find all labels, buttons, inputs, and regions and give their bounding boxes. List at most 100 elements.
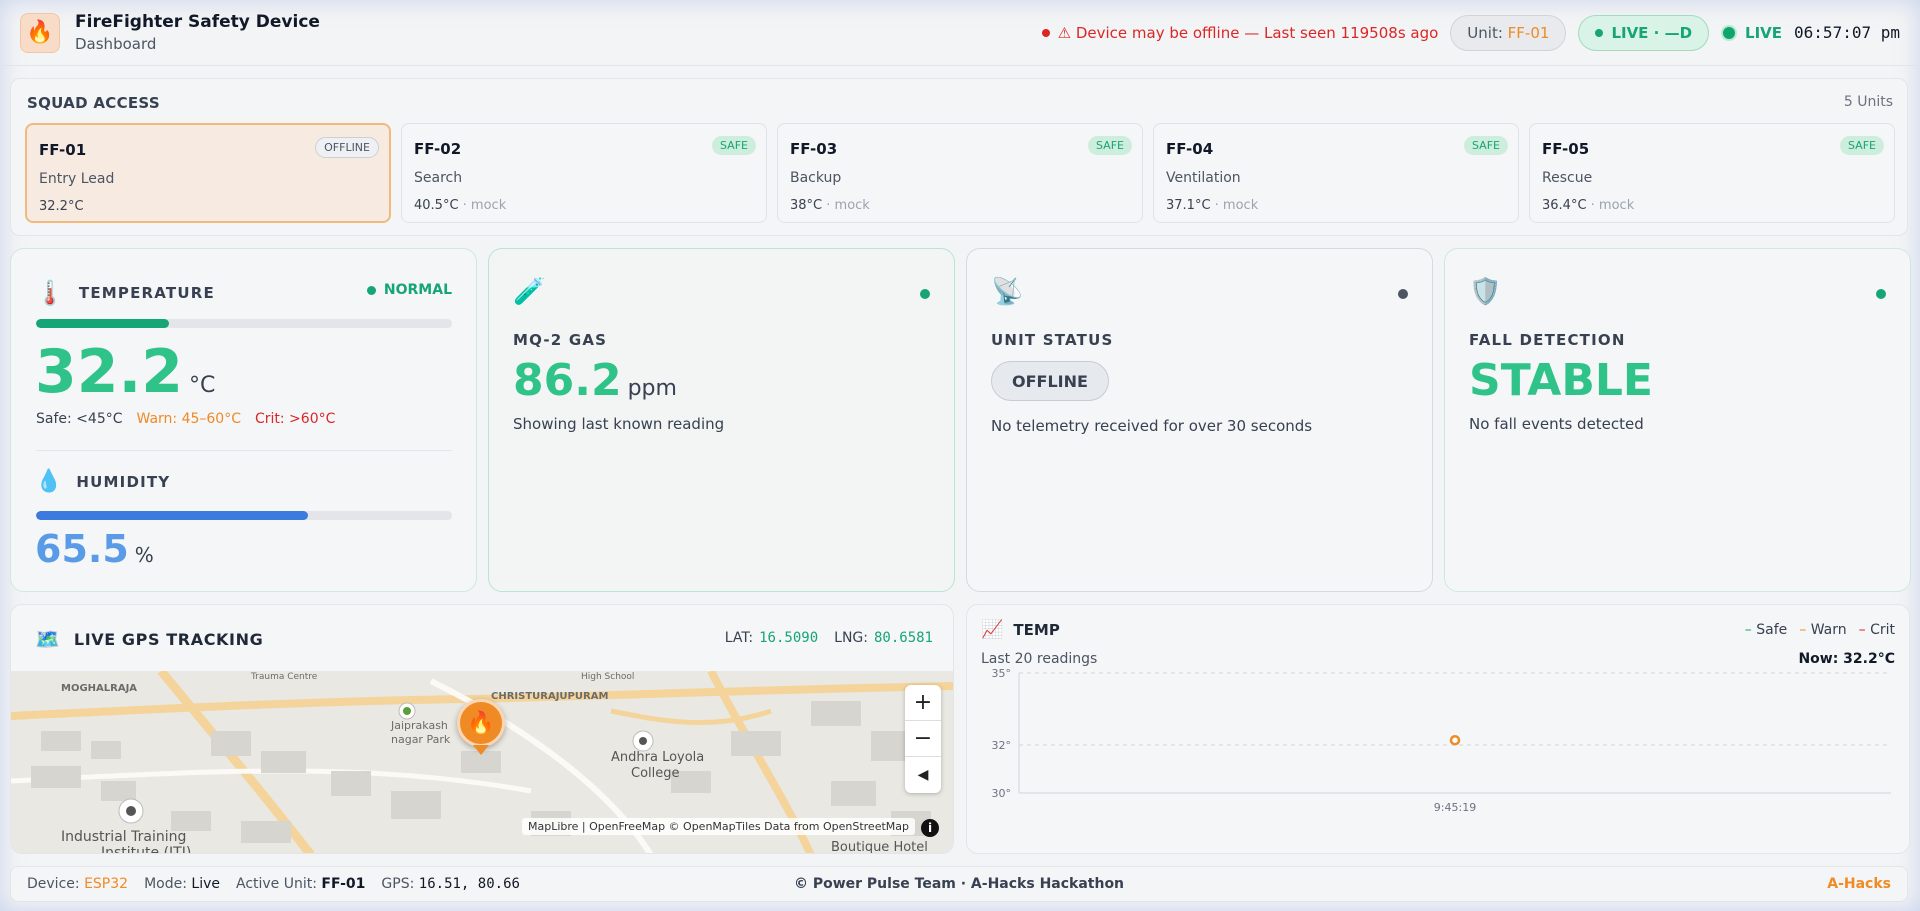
squad-access-panel: SQUAD ACCESS 5 Units FF-01 OFFLINE Entry… bbox=[10, 78, 1908, 236]
brand: FireFighter Safety Device Dashboard bbox=[75, 12, 320, 53]
unit-selector[interactable]: Unit: FF-01 bbox=[1450, 14, 1567, 51]
active-unit-label: Active Unit: bbox=[235, 876, 317, 892]
y-tick-label: 32° bbox=[992, 739, 1012, 752]
map-label-moghalraja: MOGHALRAJA bbox=[61, 683, 137, 694]
status-badge: SAFE bbox=[712, 136, 756, 155]
status-dot-icon bbox=[920, 289, 930, 299]
live-indicator: LIVE bbox=[1721, 24, 1782, 42]
footer-credit: © Power Pulse Team · A-Hacks Hackathon bbox=[793, 876, 1125, 892]
temp-chart: 35° 32° 30° 9:45:19 bbox=[992, 667, 1891, 814]
device-label: Device: bbox=[27, 876, 80, 892]
footer-brand[interactable]: A-Hacks bbox=[1827, 876, 1891, 892]
humidity-unit: % bbox=[134, 543, 154, 567]
temperature-unit: °C bbox=[189, 373, 216, 398]
gas-value: 86.2 bbox=[513, 355, 622, 406]
app-frame: 🔥 FireFighter Safety Device Dashboard ⚠ … bbox=[0, 0, 1920, 911]
unit-list: FF-01 OFFLINE Entry Lead 32.2°C FF-02 SA… bbox=[25, 123, 1895, 223]
live-toggle[interactable]: LIVE · —D bbox=[1578, 14, 1710, 51]
map-label-park-1: Jaiprakash bbox=[390, 719, 448, 732]
compass-button[interactable]: ◀ bbox=[905, 757, 941, 793]
unit-temp-value: 36.4°C bbox=[1542, 198, 1587, 213]
lat-value: 16.5090 bbox=[759, 630, 819, 646]
status-badge: OFFLINE bbox=[315, 137, 379, 158]
fall-note: No fall events detected bbox=[1469, 415, 1644, 433]
satellite-dish-icon: 📡 bbox=[991, 277, 1024, 307]
gps-value: 16.51, 80.66 bbox=[418, 876, 520, 892]
active-unit-value: FF-01 bbox=[321, 876, 366, 892]
fall-status: STABLE bbox=[1469, 355, 1653, 406]
live-toggle-label: LIVE · —D bbox=[1611, 23, 1693, 42]
unit-temp-value: 40.5°C bbox=[414, 198, 459, 213]
map-label-trauma: Trauma Centre bbox=[250, 672, 318, 682]
map-label-college-1: Andhra Loyola bbox=[611, 750, 704, 765]
gas-unit: ppm bbox=[627, 376, 677, 401]
unit-temp-value: 32.2°C bbox=[39, 199, 84, 214]
map-label-park-2: nagar Park bbox=[391, 733, 451, 746]
map-label-iti-1: Industrial Training bbox=[61, 829, 186, 845]
unit-card-ff-01[interactable]: FF-01 OFFLINE Entry Lead 32.2°C bbox=[25, 123, 391, 223]
status-badge: SAFE bbox=[1464, 136, 1508, 155]
zoom-out-button[interactable]: − bbox=[905, 721, 941, 757]
unit-temp: 32.2°C bbox=[39, 199, 377, 214]
safe-threshold: Safe: <45°C bbox=[36, 411, 123, 427]
temperature-bar bbox=[36, 319, 452, 328]
unit-id: FF-03 bbox=[790, 140, 838, 158]
humidity-value: 65.5 bbox=[35, 527, 129, 571]
crit-threshold: Crit: >60°C bbox=[254, 411, 336, 427]
warn-threshold: Warn: 45–60°C bbox=[136, 411, 241, 427]
gps-tracking-panel: 🗺️ LIVE GPS TRACKING LAT: 16.5090 LNG: 8… bbox=[10, 604, 954, 854]
mock-label: · mock bbox=[826, 198, 870, 213]
map-label-iti-2: Institute (ITI) bbox=[101, 845, 191, 854]
unit-card-ff-03[interactable]: FF-03 SAFE Backup 38°C · mock bbox=[777, 123, 1143, 223]
temperature-status: NORMAL bbox=[383, 282, 452, 298]
unit-card-ff-05[interactable]: FF-05 SAFE Rescue 36.4°C · mock bbox=[1529, 123, 1895, 223]
header: 🔥 FireFighter Safety Device Dashboard ⚠ … bbox=[0, 0, 1920, 66]
unit-card-ff-04[interactable]: FF-04 SAFE Ventilation 37.1°C · mock bbox=[1153, 123, 1519, 223]
unit-location-marker[interactable]: 🔥 bbox=[457, 699, 505, 747]
temperature-label: TEMPERATURE bbox=[78, 284, 215, 302]
fall-label: FALL DETECTION bbox=[1469, 331, 1626, 349]
map-attribution: MapLibre | OpenFreeMap © OpenMapTiles Da… bbox=[521, 818, 915, 835]
y-tick-label: 30° bbox=[992, 787, 1012, 800]
zoom-controls: + − ◀ bbox=[905, 685, 941, 793]
offline-warning-text: ⚠ Device may be offline — Last seen 1195… bbox=[1057, 23, 1439, 42]
live-indicator-label: LIVE bbox=[1745, 23, 1783, 42]
map-view[interactable]: Trauma Centre High School CHRISTURAJUPUR… bbox=[11, 671, 953, 854]
status-badge: SAFE bbox=[1088, 136, 1132, 155]
fire-icon: 🔥 bbox=[20, 12, 60, 53]
marker-pin-icon bbox=[473, 745, 489, 755]
droplet-icon: 💧 bbox=[35, 469, 63, 494]
live-status-icon bbox=[1721, 24, 1738, 41]
unit-role: Entry Lead bbox=[39, 171, 115, 187]
device-value: ESP32 bbox=[84, 876, 129, 892]
unit-temp: 40.5°C · mock bbox=[414, 198, 754, 213]
status-badge: SAFE bbox=[1840, 136, 1884, 155]
fall-detection-card: 🛡️ FALL DETECTION STABLE No fall events … bbox=[1444, 248, 1911, 592]
data-point[interactable] bbox=[1449, 734, 1461, 746]
temperature-value: 32.2 bbox=[35, 337, 184, 407]
map-label-christurajupuram: CHRISTURAJUPURAM bbox=[491, 691, 608, 702]
unit-selector-label: Unit: bbox=[1467, 23, 1503, 42]
offline-warning: ⚠ Device may be offline — Last seen 1195… bbox=[1041, 23, 1439, 42]
unit-id: FF-04 bbox=[1166, 140, 1214, 158]
unit-id: FF-05 bbox=[1542, 140, 1590, 158]
map-label-hotel: Boutique Hotel bbox=[831, 840, 928, 854]
unit-temp: 38°C · mock bbox=[790, 198, 1130, 213]
gas-label: MQ-2 GAS bbox=[513, 331, 608, 349]
status-dot-icon bbox=[1398, 289, 1408, 299]
divider bbox=[36, 450, 452, 451]
mock-label: · mock bbox=[1590, 198, 1635, 213]
temperature-bar-fill bbox=[36, 319, 170, 328]
zoom-in-button[interactable]: + bbox=[905, 685, 941, 721]
info-icon[interactable]: i bbox=[921, 819, 939, 837]
unit-temp: 36.4°C · mock bbox=[1542, 198, 1882, 213]
status-dot-icon bbox=[1876, 289, 1886, 299]
test-tube-icon: 🧪 bbox=[513, 277, 546, 307]
live-dot-icon bbox=[1595, 28, 1604, 37]
mode-label: Mode: bbox=[144, 876, 187, 892]
map-icon: 🗺️ bbox=[35, 627, 60, 651]
unit-temp-value: 37.1°C bbox=[1166, 198, 1211, 213]
thermometer-icon: 🌡️ bbox=[35, 279, 65, 307]
unit-card-ff-02[interactable]: FF-02 SAFE Search 40.5°C · mock bbox=[401, 123, 767, 223]
mock-label: · mock bbox=[1214, 198, 1259, 213]
